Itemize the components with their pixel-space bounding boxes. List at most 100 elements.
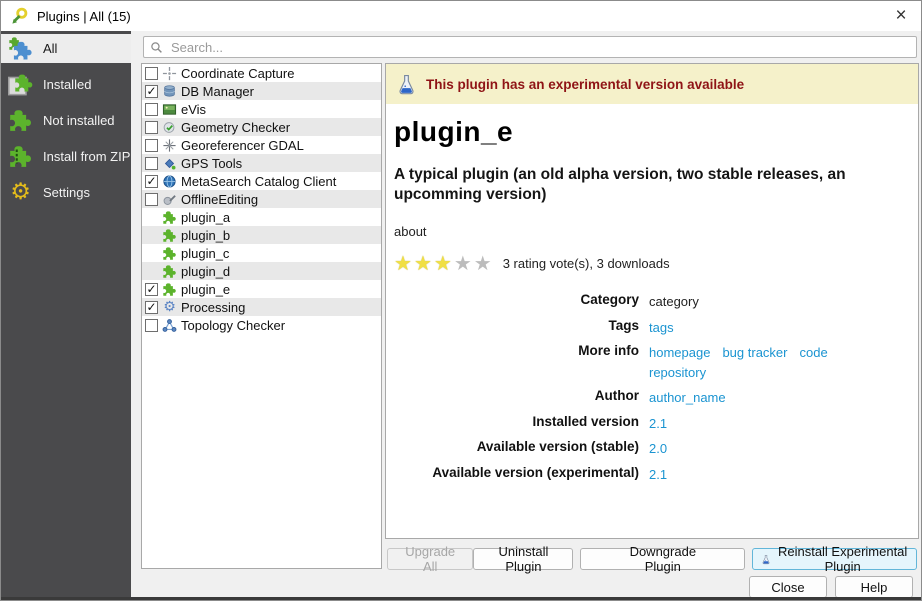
plugin-checkbox[interactable]: ✓ xyxy=(145,283,158,296)
plugin-row[interactable]: Topology Checker xyxy=(142,316,381,334)
gear-blue-icon: ⚙ xyxy=(162,300,177,315)
plugin-actions-right: Uninstall Plugin Downgrade Plugin Reinst… xyxy=(473,548,917,570)
star-icon: ★ xyxy=(434,251,454,275)
close-icon[interactable]: × xyxy=(881,1,921,31)
plugin-checkbox[interactable] xyxy=(145,319,158,332)
help-button[interactable]: Help xyxy=(835,576,913,598)
star-icon: ★ xyxy=(454,251,474,275)
search-box[interactable] xyxy=(143,36,917,58)
rating-text: 3 rating vote(s), 3 downloads xyxy=(503,256,670,271)
offline-editing-icon xyxy=(162,192,177,207)
plugin-row[interactable]: GPS Tools xyxy=(142,154,381,172)
gear-yellow-icon: ⚙ xyxy=(8,180,33,205)
plugin-list: Coordinate Capture ✓ DB ManagereVis Geometr… xyxy=(141,63,382,569)
plugin-checkbox[interactable] xyxy=(145,193,158,206)
topology-icon xyxy=(162,318,177,333)
puzzle-not-installed-icon xyxy=(8,108,33,133)
puzzle-installed-icon xyxy=(8,72,33,97)
field-row: Tagstags xyxy=(386,315,918,341)
plugin-row-label: DB Manager xyxy=(181,84,254,99)
plugin-checkbox[interactable] xyxy=(145,121,158,134)
flask-icon xyxy=(761,553,771,566)
plugin-checkbox[interactable] xyxy=(145,139,158,152)
photo-icon xyxy=(162,102,177,117)
field-label: Available version (stable) xyxy=(386,439,639,459)
plugin-row[interactable]: ✓ ⚙ Processing xyxy=(142,298,381,316)
plugin-row[interactable]: plugin_d xyxy=(142,262,381,280)
database-icon xyxy=(162,84,177,99)
content-area: Coordinate Capture ✓ DB ManagereVis Geometr… xyxy=(131,31,921,597)
field-row: Available version (stable) 2.0 xyxy=(386,436,918,462)
plugin-row-label: OfflineEditing xyxy=(181,192,258,207)
sidebar-item-settings[interactable]: ⚙ Settings xyxy=(1,178,131,207)
field-value-link[interactable]: 2.0 xyxy=(649,441,667,456)
field-value-link[interactable]: 2.1 xyxy=(649,467,667,482)
titlebar: Plugins | All (15) × xyxy=(1,1,921,31)
sidebar-item-not-installed[interactable]: Not installed xyxy=(1,106,131,135)
plugin-row[interactable]: plugin_b xyxy=(142,226,381,244)
uninstall-plugin-button[interactable]: Uninstall Plugin xyxy=(473,548,573,570)
search-icon xyxy=(150,41,163,54)
field-values: 2.0 xyxy=(649,439,875,459)
plugin-row[interactable]: ✓ DB Manager xyxy=(142,82,381,100)
upgrade-all-button[interactable]: Upgrade All xyxy=(387,548,473,570)
puzzle-green-icon xyxy=(162,264,177,279)
field-values: homepagebug trackercode repository xyxy=(649,343,875,382)
sidebar-item-install-from-zip[interactable]: Install from ZIP xyxy=(1,142,131,171)
sidebar-item-installed[interactable]: Installed xyxy=(1,70,131,99)
plugin-row[interactable]: ✓plugin_e xyxy=(142,280,381,298)
plugin-row-label: plugin_a xyxy=(181,210,230,225)
plugin-row[interactable]: ✓ MetaSearch Catalog Client xyxy=(142,172,381,190)
downgrade-plugin-button[interactable]: Downgrade Plugin xyxy=(580,548,745,570)
plugin-row[interactable]: eVis xyxy=(142,100,381,118)
puzzle-green-icon xyxy=(162,282,177,297)
field-value-link[interactable]: tags xyxy=(649,320,674,335)
puzzle-green-icon xyxy=(162,210,177,225)
plugin-row-label: plugin_d xyxy=(181,264,230,279)
plugin-checkbox[interactable]: ✓ xyxy=(145,301,158,314)
plugin-row[interactable]: Coordinate Capture xyxy=(142,64,381,82)
plugin-row[interactable]: plugin_c xyxy=(142,244,381,262)
plugin-row[interactable]: Geometry Checker xyxy=(142,118,381,136)
search-input[interactable] xyxy=(169,39,910,56)
field-label: Available version (experimental) xyxy=(386,465,639,485)
plugin-row-label: Topology Checker xyxy=(181,318,285,333)
field-value-link[interactable]: homepage xyxy=(649,345,710,360)
georeferencer-icon xyxy=(162,138,177,153)
sidebar-item-label: Installed xyxy=(43,77,91,92)
sidebar-item-label: Not installed xyxy=(43,113,115,128)
sidebar-item-all[interactable]: All xyxy=(1,34,131,63)
plugin-row[interactable]: Georeferencer GDAL xyxy=(142,136,381,154)
reinstall-experimental-button[interactable]: Reinstall Experimental Plugin xyxy=(752,548,917,570)
window-bottom-border xyxy=(1,597,921,600)
field-values: 2.1 xyxy=(649,414,875,434)
plugin-checkbox[interactable] xyxy=(145,67,158,80)
field-row: Installed version2.1 xyxy=(386,411,918,437)
field-values: tags xyxy=(649,318,875,338)
field-value-link[interactable]: author_name xyxy=(649,390,726,405)
plugin-checkbox[interactable] xyxy=(145,157,158,170)
close-button[interactable]: Close xyxy=(749,576,827,598)
puzzle-all-icon xyxy=(8,36,33,61)
plugin-fields: CategorycategoryTagstagsMore infohomepag… xyxy=(386,289,918,487)
plugin-row-label: MetaSearch Catalog Client xyxy=(181,174,336,189)
field-value-link[interactable]: 2.1 xyxy=(649,416,667,431)
plugin-row[interactable]: OfflineEditing xyxy=(142,190,381,208)
plugin-row-label: Processing xyxy=(181,300,245,315)
field-label: Category xyxy=(386,292,639,312)
plugin-checkbox[interactable]: ✓ xyxy=(145,175,158,188)
gps-icon xyxy=(162,156,177,171)
plugin-checkbox[interactable]: ✓ xyxy=(145,85,158,98)
plugin-row[interactable]: plugin_a xyxy=(142,208,381,226)
dialog-buttons-row: Close Help xyxy=(749,576,913,598)
plugin-checkbox[interactable] xyxy=(145,103,158,116)
plugin-row-label: GPS Tools xyxy=(181,156,242,171)
plugin-rating: ★★★★★ 3 rating vote(s), 3 downloads xyxy=(394,253,910,273)
plugin-row-label: Georeferencer GDAL xyxy=(181,138,304,153)
field-value-link[interactable]: bug tracker xyxy=(722,345,787,360)
sidebar-item-label: Settings xyxy=(43,185,90,200)
puzzle-green-icon xyxy=(162,246,177,261)
plugin-manager-window: Plugins | All (15) × All Installed Not ins… xyxy=(0,0,922,601)
plugin-row-label: Geometry Checker xyxy=(181,120,290,135)
field-row: Authorauthor_name xyxy=(386,385,918,411)
